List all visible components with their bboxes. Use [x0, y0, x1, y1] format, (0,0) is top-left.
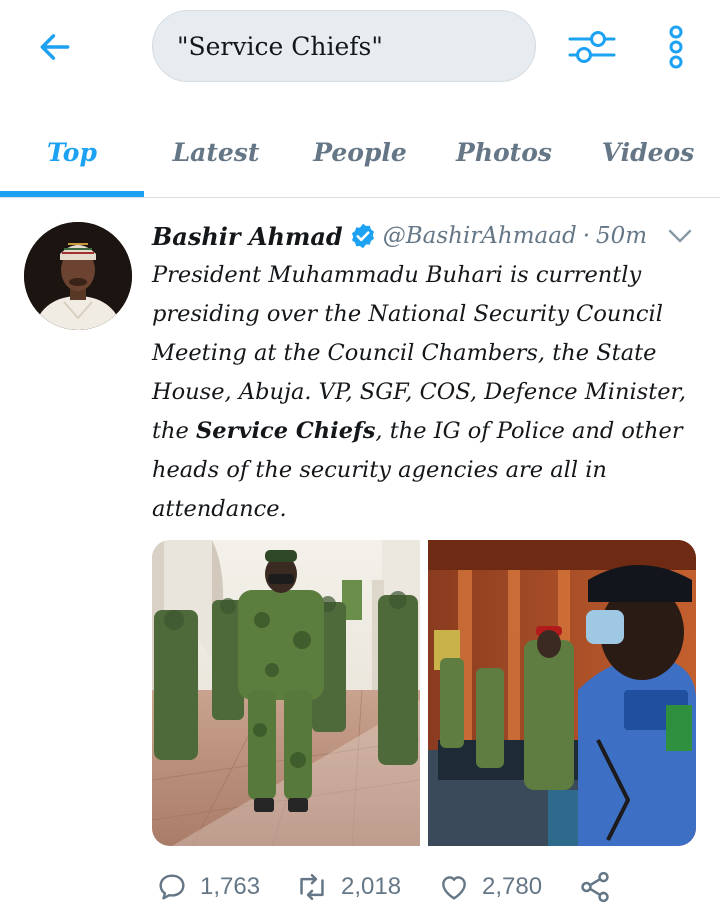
tab-people[interactable]: People — [288, 106, 432, 198]
more-vertical-icon — [669, 25, 683, 69]
retweet-button[interactable]: 2,018 — [295, 862, 401, 912]
top-bar: "Service Chiefs" — [0, 0, 720, 95]
back-button[interactable] — [30, 22, 80, 72]
like-button[interactable]: 2,780 — [438, 862, 542, 912]
tweet-body: President Muhammadu Buhari is currently … — [152, 256, 704, 529]
search-filter-button[interactable] — [566, 24, 618, 70]
reply-count: 1,763 — [200, 873, 261, 900]
tweet-header: Bashir Ahmad @BashirAhmaad · 50m — [152, 214, 647, 258]
tweet-photo-2[interactable] — [428, 540, 696, 846]
tweet-photo-1[interactable] — [152, 540, 420, 846]
separator-dot: · — [582, 223, 590, 249]
author-name[interactable]: Bashir Ahmad — [152, 222, 343, 251]
reply-button[interactable]: 1,763 — [156, 862, 260, 912]
search-input[interactable]: "Service Chiefs" — [152, 10, 536, 82]
retweet-icon — [300, 873, 324, 901]
search-query-text: "Service Chiefs" — [177, 31, 383, 61]
tweet-menu-button[interactable] — [664, 220, 696, 252]
avatar-image — [24, 222, 132, 330]
share-icon — [581, 871, 609, 903]
heart-icon — [442, 876, 466, 900]
sliders-icon — [568, 31, 616, 63]
arrow-left-icon — [40, 34, 70, 60]
tweet-timestamp[interactable]: 50m — [596, 223, 647, 249]
tab-latest[interactable]: Latest — [144, 106, 288, 198]
tweet-text-highlight: Service Chiefs — [196, 418, 376, 444]
chevron-down-icon — [668, 229, 692, 243]
tab-top[interactable]: Top — [0, 106, 144, 198]
tweet-media — [152, 540, 696, 846]
avatar[interactable] — [24, 222, 132, 330]
tweet-actions: 1,763 2,018 2,780 — [150, 862, 710, 912]
author-handle[interactable]: @BashirAhmaad — [383, 223, 577, 249]
retweet-count: 2,018 — [341, 873, 402, 900]
reply-icon — [159, 874, 185, 900]
tab-photos[interactable]: Photos — [432, 106, 576, 198]
tab-videos[interactable]: Videos — [576, 106, 720, 198]
like-count: 2,780 — [482, 873, 543, 900]
active-tab-indicator — [0, 191, 144, 197]
verified-badge-icon — [349, 222, 377, 250]
tweet-text-before: President Muhammadu Buhari is currently … — [152, 262, 686, 444]
more-options-button[interactable] — [658, 22, 694, 72]
share-button[interactable] — [578, 862, 612, 912]
search-tabs: Top Latest People Photos Videos — [0, 106, 720, 198]
